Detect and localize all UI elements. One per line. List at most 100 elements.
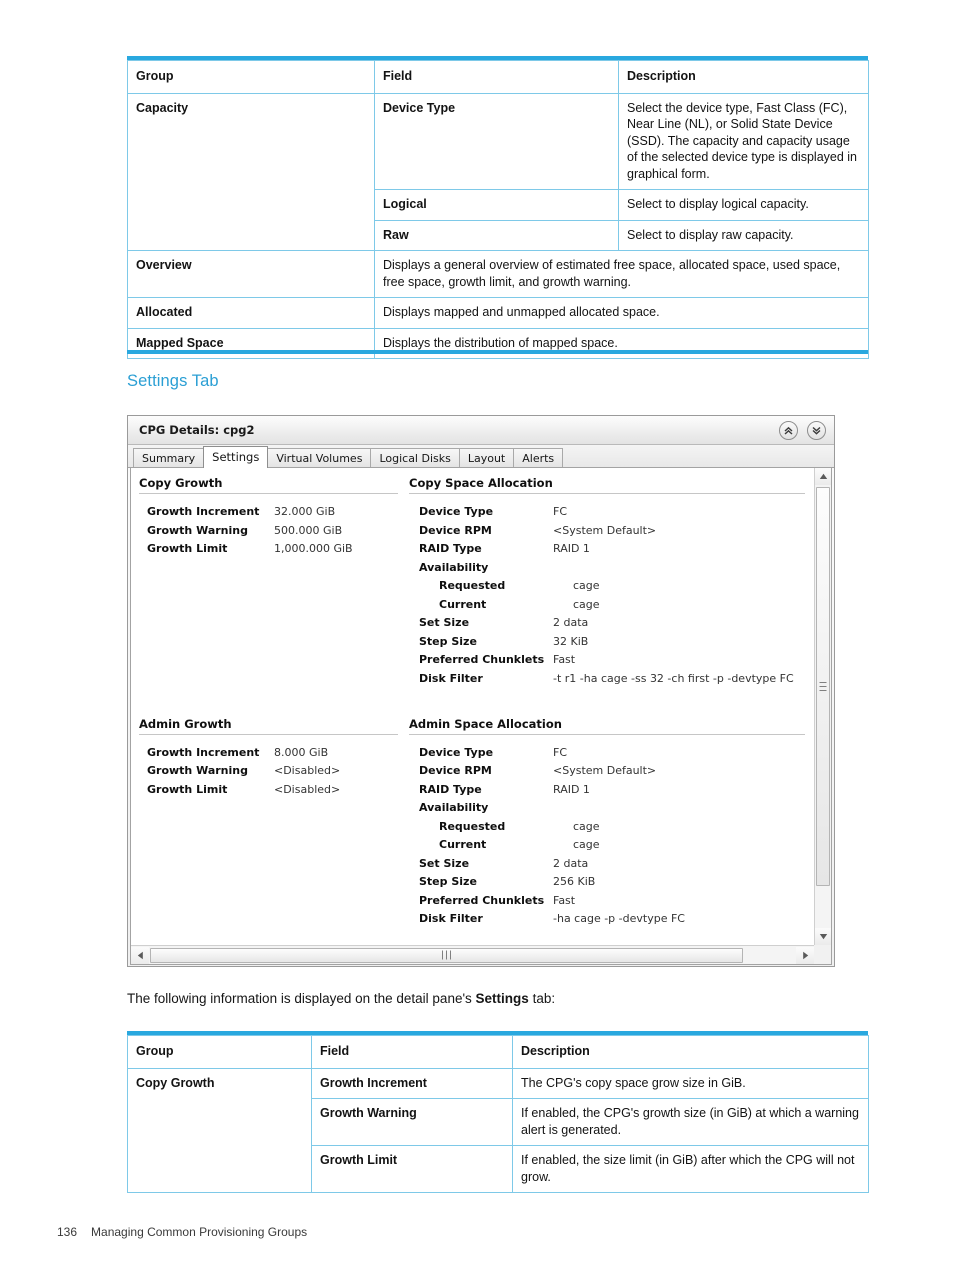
vertical-scrollbar[interactable] [814, 468, 831, 945]
field-value: Fast [553, 893, 576, 907]
settings-panes: Copy Growth Growth Increment 32.000 GiB … [131, 468, 814, 945]
field-value: 2 data [553, 616, 589, 629]
cell-group: Capacity [127, 92, 375, 251]
field-value: <System Default> [553, 523, 657, 537]
table-header-row: Group Field Description [127, 60, 869, 94]
field-label: Growth Limit [147, 542, 228, 555]
field-value: cage [573, 838, 600, 851]
tab-settings[interactable]: Settings [203, 446, 269, 468]
cell-field: Raw [374, 219, 619, 251]
field-value: -t r1 -ha cage -ss 32 -ch first -p -devt… [553, 671, 794, 685]
pane-copy-space-allocation: Copy Space Allocation Device Type FC Devi… [403, 476, 813, 709]
scroll-down-arrow-icon[interactable] [815, 928, 831, 945]
field-label: Preferred Chunklets [419, 893, 545, 907]
double-chevron-down-icon[interactable] [807, 420, 826, 440]
field-row: Step Size 256 KiB [409, 873, 813, 892]
pane-admin-growth: Admin Growth Growth Increment 8.000 GiB … [131, 717, 403, 929]
tab-virtual-volumes[interactable]: Virtual Volumes [267, 448, 372, 467]
field-label: Step Size [419, 634, 477, 648]
field-label: RAID Type [419, 542, 482, 555]
scroll-right-arrow-icon[interactable] [796, 946, 814, 964]
horizontal-scrollbar[interactable] [131, 945, 814, 964]
cell-field: Device Type [374, 92, 619, 190]
scroll-up-arrow-icon[interactable] [815, 468, 831, 485]
table-row: Copy Growth Growth Increment The CPG's c… [127, 1067, 869, 1193]
field-row: RAID Type RAID 1 [409, 781, 813, 800]
field-value: RAID 1 [553, 542, 590, 555]
field-row: Growth Limit 1,000.000 GiB [139, 540, 403, 559]
field-label: Set Size [419, 856, 470, 870]
column-header-group: Group [127, 1035, 312, 1069]
field-value: 256 KiB [553, 875, 596, 888]
field-label: Requested [439, 819, 506, 833]
field-value: 32 KiB [553, 634, 589, 648]
field-value: FC [553, 745, 568, 759]
intro-paragraph: The following information is displayed o… [127, 991, 555, 1006]
field-row: Set Size 2 data [409, 855, 813, 874]
cell-group: Copy Growth [127, 1067, 312, 1193]
field-row: Availability [409, 559, 813, 578]
field-row: Step Size 32 KiB [409, 633, 813, 652]
field-label: Device Type [419, 745, 494, 759]
column-header-group: Group [127, 60, 375, 94]
copy-growth-fields-table: Group Field Description Copy Growth Grow… [127, 1035, 869, 1193]
field-row: Set Size 2 data [409, 614, 813, 633]
tab-summary[interactable]: Summary [133, 448, 205, 467]
table-top-bottom-rule [127, 350, 868, 354]
field-row: Device Type FC [409, 503, 813, 522]
column-header-field: Field [311, 1035, 513, 1069]
scrollbar-corner [814, 945, 831, 964]
field-label: Growth Warning [147, 523, 248, 537]
field-label: Growth Increment [147, 505, 260, 518]
cell-field: Growth Limit [311, 1145, 513, 1193]
field-row: Requested cage [409, 818, 813, 837]
field-label: RAID Type [419, 782, 482, 796]
field-row: Growth Limit <Disabled> [139, 781, 403, 800]
window-title: CPG Details: cpg2 [139, 423, 255, 437]
field-label: Growth Warning [147, 764, 248, 777]
settings-tab-panel: Copy Growth Growth Increment 32.000 GiB … [130, 468, 832, 965]
cell-field: Growth Warning [311, 1098, 513, 1146]
field-value: cage [573, 579, 600, 592]
field-value: 1,000.000 GiB [274, 542, 353, 555]
tab-layout[interactable]: Layout [458, 448, 515, 467]
pane-spacer [139, 559, 403, 709]
field-label: Current [439, 838, 487, 851]
field-label: Availability [419, 560, 489, 574]
scroll-left-arrow-icon[interactable] [131, 946, 149, 964]
pane-row-copy: Copy Growth Growth Increment 32.000 GiB … [131, 468, 814, 709]
field-label: Set Size [419, 616, 470, 629]
cpg-details-window: CPG Details: cpg2 Summary Settings Virtu… [127, 415, 835, 967]
double-chevron-up-icon[interactable] [779, 420, 798, 440]
field-row: Device RPM <System Default> [409, 762, 813, 781]
cell-group: Overview [127, 250, 375, 298]
cell-description: Select the device type, Fast Class (FC),… [618, 92, 869, 190]
field-row: Growth Increment 32.000 GiB [139, 503, 403, 522]
column-header-description: Description [512, 1035, 869, 1069]
horizontal-scroll-thumb[interactable] [150, 947, 743, 963]
pane-title-copy-growth: Copy Growth [139, 476, 398, 494]
page-section-heading: Settings Tab [127, 372, 219, 390]
tab-alerts[interactable]: Alerts [513, 448, 564, 467]
footer-chapter-title: Managing Common Provisioning Groups [91, 1225, 308, 1239]
pane-title-admin-space-allocation: Admin Space Allocation [409, 717, 805, 735]
field-label: Growth Limit [147, 782, 228, 796]
field-value: cage [573, 597, 600, 611]
column-header-field: Field [374, 60, 619, 94]
tab-logical-disks[interactable]: Logical Disks [370, 448, 460, 467]
paragraph-bold-term: Settings [475, 991, 529, 1006]
scroll-thumb-grip [441, 950, 453, 960]
field-label: Current [439, 597, 487, 611]
field-label: Disk Filter [419, 671, 483, 685]
field-row: Availability [409, 799, 813, 818]
table-row: Overview Displays a general overview of … [127, 250, 869, 298]
field-value: 32.000 GiB [274, 505, 336, 518]
field-value: FC [553, 505, 568, 518]
field-row: Growth Warning 500.000 GiB [139, 522, 403, 541]
field-value: <System Default> [553, 764, 657, 777]
field-label: Device Type [419, 505, 494, 518]
field-label: Requested [439, 579, 506, 592]
capacity-overview-table: Group Field Description Capacity Device … [127, 60, 869, 359]
vertical-scroll-thumb[interactable] [816, 487, 830, 886]
field-label: Device RPM [419, 764, 492, 777]
